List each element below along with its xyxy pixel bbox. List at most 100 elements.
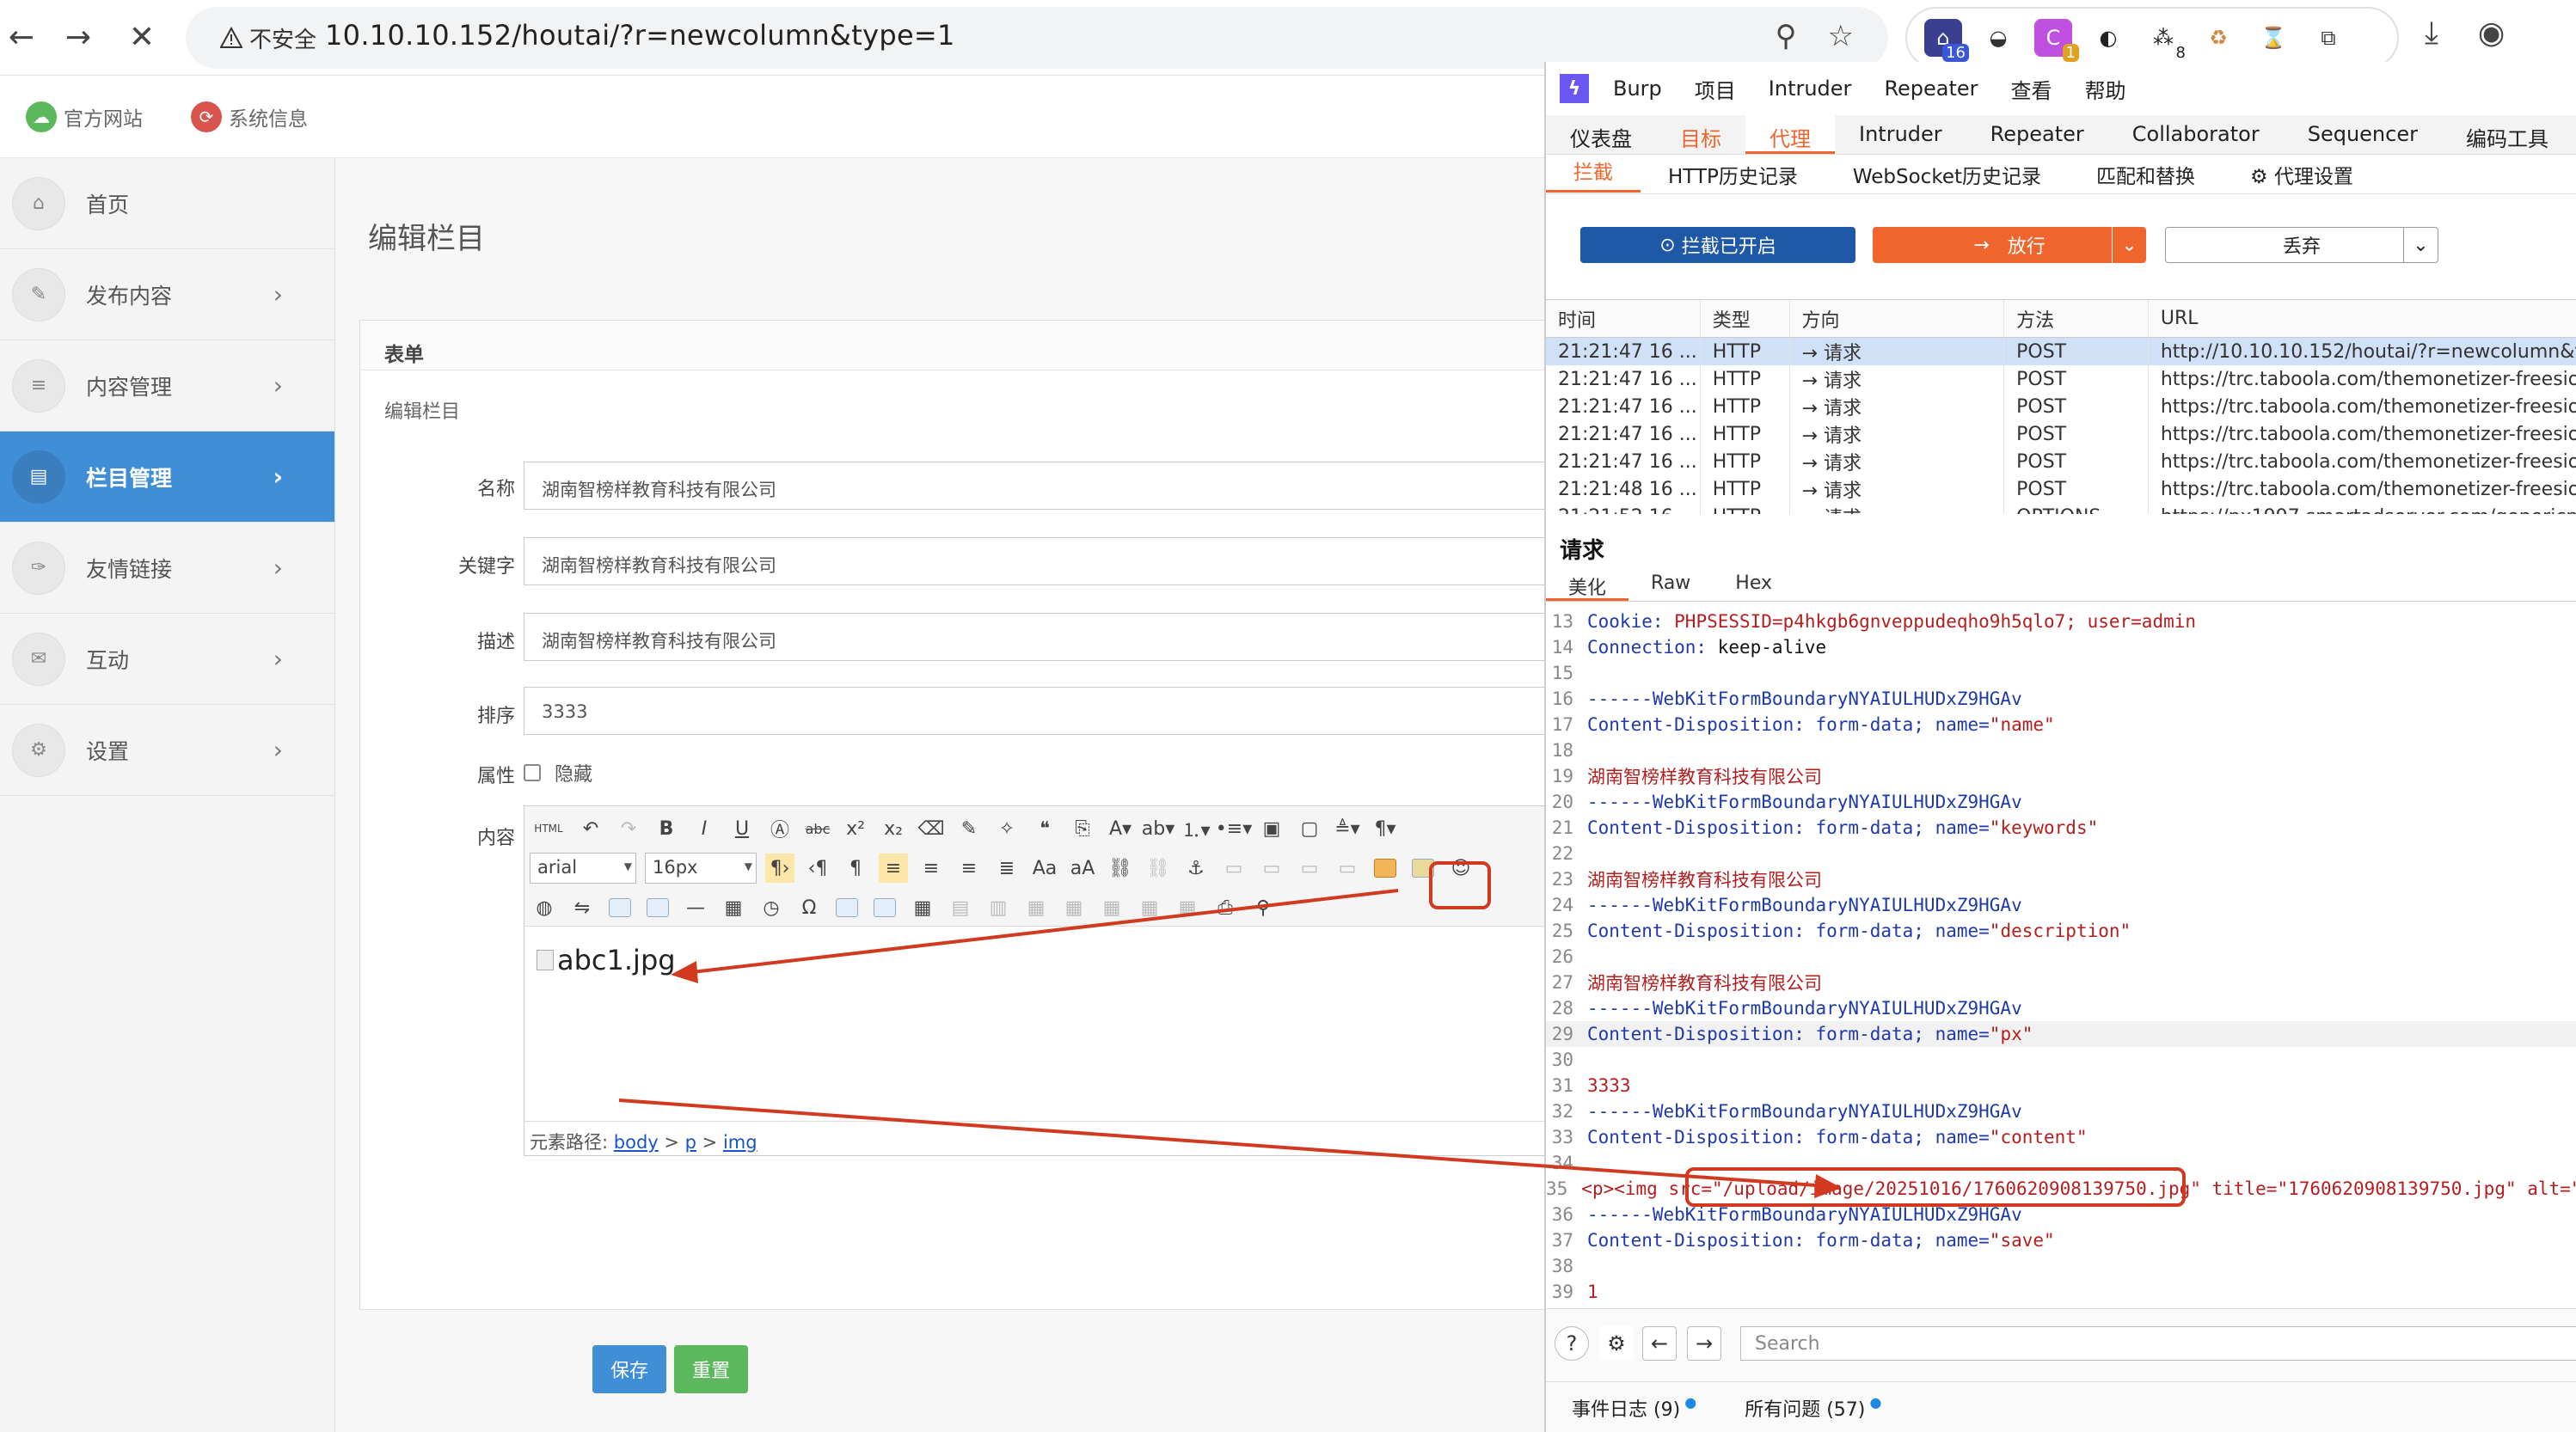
sidebar-item-links[interactable]: ✑ 友情链接 › (0, 523, 334, 614)
menu-project[interactable]: 项目 (1695, 74, 1736, 104)
blockquote-icon[interactable]: ❝ (1030, 814, 1059, 843)
paste-plain-icon[interactable]: ⎘ (1068, 814, 1097, 843)
menu-view[interactable]: 查看 (2011, 74, 2052, 104)
bookmark-star-icon[interactable]: ☆ (1828, 19, 1854, 53)
ltr-icon[interactable]: ¶› (765, 854, 794, 883)
forward-button[interactable]: → 放行 ⌄ (1873, 227, 2146, 263)
table-row[interactable]: 21:21:47 16 ... HTTP → 请求 POST https://trc.t… (1546, 448, 2576, 475)
save-button[interactable]: 保存 (592, 1345, 666, 1393)
menu-help[interactable]: 帮助 (2085, 74, 2126, 104)
extension-hourglass-icon[interactable]: ⌛ (2254, 19, 2292, 57)
path-body-link[interactable]: body (614, 1132, 659, 1153)
insert-table-icon[interactable]: ▦ (908, 893, 937, 922)
time-icon[interactable]: ◷ (757, 893, 786, 922)
table-row[interactable]: 21:21:47 16 ... HTTP → 请求 POST https://trc.t… (1546, 393, 2576, 420)
search-input[interactable]: Search (1740, 1326, 2576, 1361)
path-img-link[interactable]: img (723, 1132, 757, 1153)
sidebar-item-publish[interactable]: ✎ 发布内容 › (0, 249, 334, 340)
column-url[interactable]: URL (2149, 300, 2576, 337)
checkbox-box[interactable] (524, 764, 541, 781)
align-right-icon[interactable]: ≡ (954, 854, 984, 883)
extension-glasses-icon[interactable]: ◐ (2089, 19, 2127, 57)
rich-text-editor[interactable]: HTML ↶ ↷ B I U Ⓐ abc x² x₂ ⌫ ✎ ✧ ❝ ⎘ A▾ (524, 805, 1573, 1156)
clear-doc-icon[interactable]: ▢ (1295, 814, 1324, 843)
profile-icon[interactable]: ◉ (2478, 15, 2505, 52)
table-row[interactable]: 21:21:48 16 ... HTTP → 请求 POST https://trc.t… (1546, 475, 2576, 503)
html-source-button[interactable]: HTML (530, 814, 567, 843)
table-row[interactable]: 21:21:47 16 ... HTTP → 请求 POST http://10.10.… (1546, 338, 2576, 365)
float-left-icon[interactable]: ▭ (1257, 854, 1286, 883)
auto-format-icon[interactable]: ✧ (992, 814, 1021, 843)
name-field[interactable]: 湖南智榜样教育科技有限公司 (524, 462, 1573, 510)
float-center-icon[interactable]: ▭ (1333, 854, 1362, 883)
undo-icon[interactable]: ↶ (576, 814, 605, 843)
underline-icon[interactable]: U (727, 814, 757, 843)
tab-decoder[interactable]: 编码工具 (2442, 115, 2573, 154)
drop-button[interactable]: 丢弃 ⌄ (2165, 227, 2438, 263)
sidebar-item-settings[interactable]: ⚙ 设置 › (0, 705, 334, 796)
lowercase-icon[interactable]: aA (1068, 854, 1097, 883)
template-icon[interactable] (870, 893, 899, 922)
forward-icon[interactable]: → (57, 15, 100, 58)
url-text[interactable]: 10.10.10.152/houtai/?r=newcolumn&type=1 (325, 19, 955, 52)
float-right-icon[interactable]: ▭ (1295, 854, 1324, 883)
all-issues-link[interactable]: 所有问题 (57) ● (1745, 1394, 1881, 1422)
subtab-match-replace[interactable]: 匹配和替换 (2069, 160, 2223, 189)
menu-repeater[interactable]: Repeater (1884, 76, 1978, 101)
uppercase-icon[interactable]: Aa (1030, 854, 1059, 883)
editor-content[interactable]: abc1.jpg (537, 944, 676, 976)
font-family-select[interactable]: arial (530, 853, 636, 884)
table-row[interactable]: 21:21:47 16 ... HTTP → 请求 POST https://trc.t… (1546, 420, 2576, 448)
table-row[interactable]: 21:21:47 16 ... HTTP → 请求 POST https://trc.t… (1546, 365, 2576, 393)
align-center-icon[interactable]: ≡ (917, 854, 946, 883)
column-method[interactable]: 方法 (2004, 300, 2149, 337)
sidebar-item-columns[interactable]: ▤ 栏目管理 › (0, 431, 334, 523)
emoticon-icon[interactable]: ☺ (1446, 854, 1475, 883)
font-color-icon[interactable]: A▾ (1106, 814, 1135, 843)
reset-button[interactable]: 重置 (674, 1345, 748, 1393)
tab-repeater[interactable]: Repeater (1966, 115, 2108, 154)
float-none-icon[interactable]: ▭ (1219, 854, 1248, 883)
chevron-down-icon[interactable]: ⌄ (2403, 228, 2438, 262)
italic-icon[interactable]: I (690, 814, 719, 843)
print-icon[interactable]: ⎙ (1211, 893, 1240, 922)
table-delete-icon[interactable]: ▦ (1097, 893, 1126, 922)
table-row[interactable]: 21:21:52 16 ...HTTP→ 请求OPTIONShttps://px… (1546, 503, 2576, 514)
tab-dashboard[interactable]: 仪表盘 (1546, 115, 1656, 154)
menu-intruder[interactable]: Intruder (1769, 76, 1852, 101)
insert-frame-icon[interactable] (605, 893, 635, 922)
tab-target[interactable]: 目标 (1656, 115, 1745, 154)
table-props-icon[interactable]: ▦ (1173, 893, 1202, 922)
pagebreak-icon[interactable]: ⇋ (567, 893, 597, 922)
subtab-proxy-settings[interactable]: ⚙ 代理设置 (2223, 160, 2381, 189)
official-site-link[interactable]: ☁ 官方网站 (26, 101, 143, 132)
multi-image-icon[interactable] (1408, 854, 1438, 883)
settings-gear-icon[interactable]: ⚙ (1599, 1326, 1634, 1361)
extension-network-icon[interactable]: ⁂ 8 (2144, 19, 2189, 62)
chevron-down-icon[interactable]: ⌄ (2112, 227, 2146, 263)
extensions-puzzle-icon[interactable]: ⧉ (2309, 19, 2347, 57)
special-chars-icon[interactable]: Ω (794, 893, 824, 922)
extension-recycle-icon[interactable]: ♻ (2199, 19, 2237, 57)
subtab-intercept[interactable]: 拦截 (1546, 156, 1641, 193)
attachment-icon[interactable] (643, 893, 672, 922)
zoom-icon[interactable]: ⚲ (1776, 19, 1797, 53)
map-icon[interactable]: ◍ (530, 893, 559, 922)
back-icon[interactable]: ← (0, 15, 43, 58)
redo-icon[interactable]: ↷ (614, 814, 643, 843)
keywords-field[interactable]: 湖南智榜样教育科技有限公司 (524, 537, 1573, 585)
event-log-link[interactable]: 事件日志 (9) ● (1572, 1394, 1696, 1422)
table-col-icon[interactable]: ▥ (984, 893, 1013, 922)
format-brush-icon[interactable]: ✎ (954, 814, 984, 843)
download-icon[interactable]: ⤓ (2425, 15, 2438, 52)
paragraph-format-icon[interactable]: ¶▾ (1371, 814, 1400, 843)
subtab-http-history[interactable]: HTTP历史记录 (1641, 160, 1825, 189)
bold-icon[interactable]: B (652, 814, 681, 843)
subtab-websocket-history[interactable]: WebSocket历史记录 (1825, 160, 2069, 189)
column-direction[interactable]: 方向 (1790, 300, 2005, 337)
superscript-icon[interactable]: x² (841, 814, 870, 843)
ordered-list-icon[interactable]: ⒈▾ (1181, 814, 1211, 843)
tab-proxy[interactable]: 代理 (1745, 115, 1835, 154)
tab-raw[interactable]: Raw (1628, 572, 1713, 601)
subscript-icon[interactable]: x₂ (879, 814, 908, 843)
